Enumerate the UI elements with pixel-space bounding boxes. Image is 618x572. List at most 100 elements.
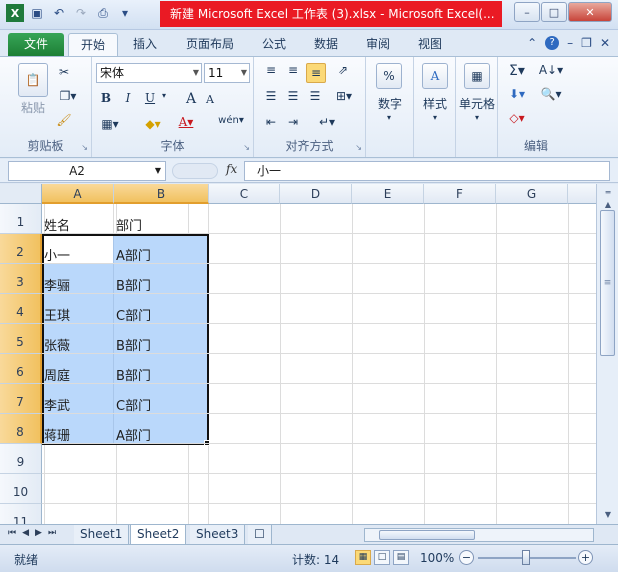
cell-b2[interactable]: A部门: [114, 234, 209, 264]
cell-b7[interactable]: C部门: [114, 384, 209, 414]
tab-insert[interactable]: 插入: [124, 33, 166, 56]
workbook-restore-icon[interactable]: ❐: [581, 36, 592, 50]
wrap-text-icon[interactable]: ↵▾: [314, 115, 340, 129]
row-header[interactable]: 9: [0, 444, 42, 474]
styles-button-label[interactable]: 样式: [414, 95, 456, 112]
font-size-select[interactable]: 11 ▼: [204, 63, 250, 83]
cell-b1[interactable]: 部门: [114, 204, 209, 234]
row-header[interactable]: 4: [0, 294, 42, 324]
cell-b5[interactable]: B部门: [114, 324, 209, 354]
column-header-e[interactable]: E: [352, 184, 424, 204]
cells-dropdown-icon[interactable]: ▾: [472, 113, 482, 122]
insert-function-icon[interactable]: fx: [226, 162, 237, 176]
tab-data[interactable]: 数据: [306, 33, 346, 56]
name-box-dropdown-icon[interactable]: ▼: [155, 162, 161, 180]
column-header-b[interactable]: B: [114, 184, 209, 204]
cut-icon[interactable]: ✂: [56, 65, 72, 79]
alignment-launcher-icon[interactable]: ↘: [355, 143, 362, 152]
row-header[interactable]: 7: [0, 384, 42, 414]
styles-icon[interactable]: A: [422, 63, 448, 89]
borders-icon[interactable]: ▦▾: [98, 117, 122, 131]
next-sheet-icon[interactable]: ▶: [35, 528, 42, 538]
cell-a3[interactable]: 李骊: [42, 264, 114, 294]
italic-button[interactable]: I: [120, 91, 136, 105]
sheet-tab-sheet3[interactable]: Sheet3: [190, 525, 246, 544]
number-button-label[interactable]: 数字: [368, 95, 412, 112]
row-header[interactable]: 11: [0, 504, 42, 524]
fill-color-icon[interactable]: ◆▾: [140, 117, 166, 131]
row-header[interactable]: 8: [0, 414, 42, 444]
cells-button-label[interactable]: 单元格: [456, 95, 498, 112]
phonetic-icon[interactable]: wén ▾: [216, 115, 246, 126]
cell-a5[interactable]: 张薇: [42, 324, 114, 354]
customize-qat-icon[interactable]: ▾: [116, 4, 134, 22]
find-select-icon[interactable]: 🔍▾: [536, 87, 566, 101]
cell-a6[interactable]: 周庭: [42, 354, 114, 384]
column-header-f[interactable]: F: [424, 184, 496, 204]
print-preview-icon[interactable]: ⎙: [94, 4, 112, 22]
horizontal-scrollbar[interactable]: [364, 528, 594, 542]
column-header-h[interactable]: [568, 184, 596, 204]
tab-view[interactable]: 视图: [410, 33, 450, 56]
sheet-tab-sheet1[interactable]: Sheet1: [74, 525, 130, 544]
tab-file[interactable]: 文件: [8, 33, 64, 56]
copy-icon[interactable]: ❐▾: [56, 89, 80, 103]
tab-page-layout[interactable]: 页面布局: [180, 33, 240, 56]
autosum-icon[interactable]: Σ ▾: [504, 63, 530, 79]
cell-a2[interactable]: 小一: [42, 234, 114, 264]
name-box[interactable]: A2 ▼: [8, 161, 166, 181]
cell-a8[interactable]: 蒋珊: [42, 414, 114, 444]
cell-b3[interactable]: B部门: [114, 264, 209, 294]
column-header-a[interactable]: A: [42, 184, 114, 204]
underline-button[interactable]: U: [142, 91, 158, 105]
cell-b4[interactable]: C部门: [114, 294, 209, 324]
sort-filter-icon[interactable]: A↓▾: [536, 63, 566, 77]
vertical-scroll-thumb[interactable]: ≡: [600, 210, 615, 356]
number-dropdown-icon[interactable]: ▾: [384, 113, 394, 122]
row-header[interactable]: 10: [0, 474, 42, 504]
save-icon[interactable]: ▣: [28, 4, 46, 22]
row-header[interactable]: 1: [0, 204, 42, 234]
column-header-d[interactable]: D: [280, 184, 352, 204]
fill-handle[interactable]: [204, 440, 210, 446]
styles-dropdown-icon[interactable]: ▾: [430, 113, 440, 122]
page-layout-view-icon[interactable]: □: [374, 550, 390, 565]
vertical-scrollbar[interactable]: ═ ▲ ≡ ▼: [596, 184, 618, 524]
cell-a4[interactable]: 王琪: [42, 294, 114, 324]
first-sheet-icon[interactable]: ⏮: [8, 528, 16, 538]
formula-splitter[interactable]: [172, 163, 218, 179]
workbook-minimize-icon[interactable]: –: [567, 36, 573, 50]
paste-button-label[interactable]: 粘贴: [14, 99, 52, 116]
maximize-button[interactable]: □: [541, 2, 567, 22]
number-format-icon[interactable]: %: [376, 63, 402, 89]
row-header[interactable]: 2: [0, 234, 42, 264]
row-header[interactable]: 5: [0, 324, 42, 354]
orientation-icon[interactable]: ⇗: [332, 63, 354, 77]
minimize-button[interactable]: –: [514, 2, 540, 22]
cell-b8[interactable]: A部门: [114, 414, 209, 444]
cell-a7[interactable]: 李武: [42, 384, 114, 414]
font-launcher-icon[interactable]: ↘: [243, 143, 250, 152]
zoom-out-icon[interactable]: −: [459, 550, 474, 565]
align-bottom-icon[interactable]: ≡: [306, 63, 326, 83]
zoom-level[interactable]: 100%: [420, 551, 454, 565]
cell-a1[interactable]: 姓名: [42, 204, 114, 234]
merge-center-icon[interactable]: ⊞▾: [332, 89, 356, 103]
select-all-corner[interactable]: [0, 184, 42, 204]
zoom-slider-thumb[interactable]: [522, 550, 530, 565]
page-break-view-icon[interactable]: ▤: [393, 550, 409, 565]
increase-indent-icon[interactable]: ⇥: [284, 115, 302, 129]
tab-home[interactable]: 开始: [68, 33, 118, 56]
align-left-icon[interactable]: ☰: [262, 89, 280, 103]
clipboard-launcher-icon[interactable]: ↘: [81, 143, 88, 152]
minimize-ribbon-icon[interactable]: ⌃: [527, 36, 537, 50]
tab-review[interactable]: 审阅: [358, 33, 398, 56]
formula-input[interactable]: 小一: [244, 161, 610, 181]
column-header-c[interactable]: C: [209, 184, 280, 204]
bold-button[interactable]: B: [98, 91, 114, 105]
underline-dropdown-icon[interactable]: ▾: [160, 91, 168, 100]
horizontal-scroll-thumb[interactable]: [379, 530, 475, 540]
grow-font-button[interactable]: A: [184, 91, 198, 107]
clear-icon[interactable]: ◇▾: [504, 111, 530, 125]
undo-icon[interactable]: ↶: [50, 4, 68, 22]
